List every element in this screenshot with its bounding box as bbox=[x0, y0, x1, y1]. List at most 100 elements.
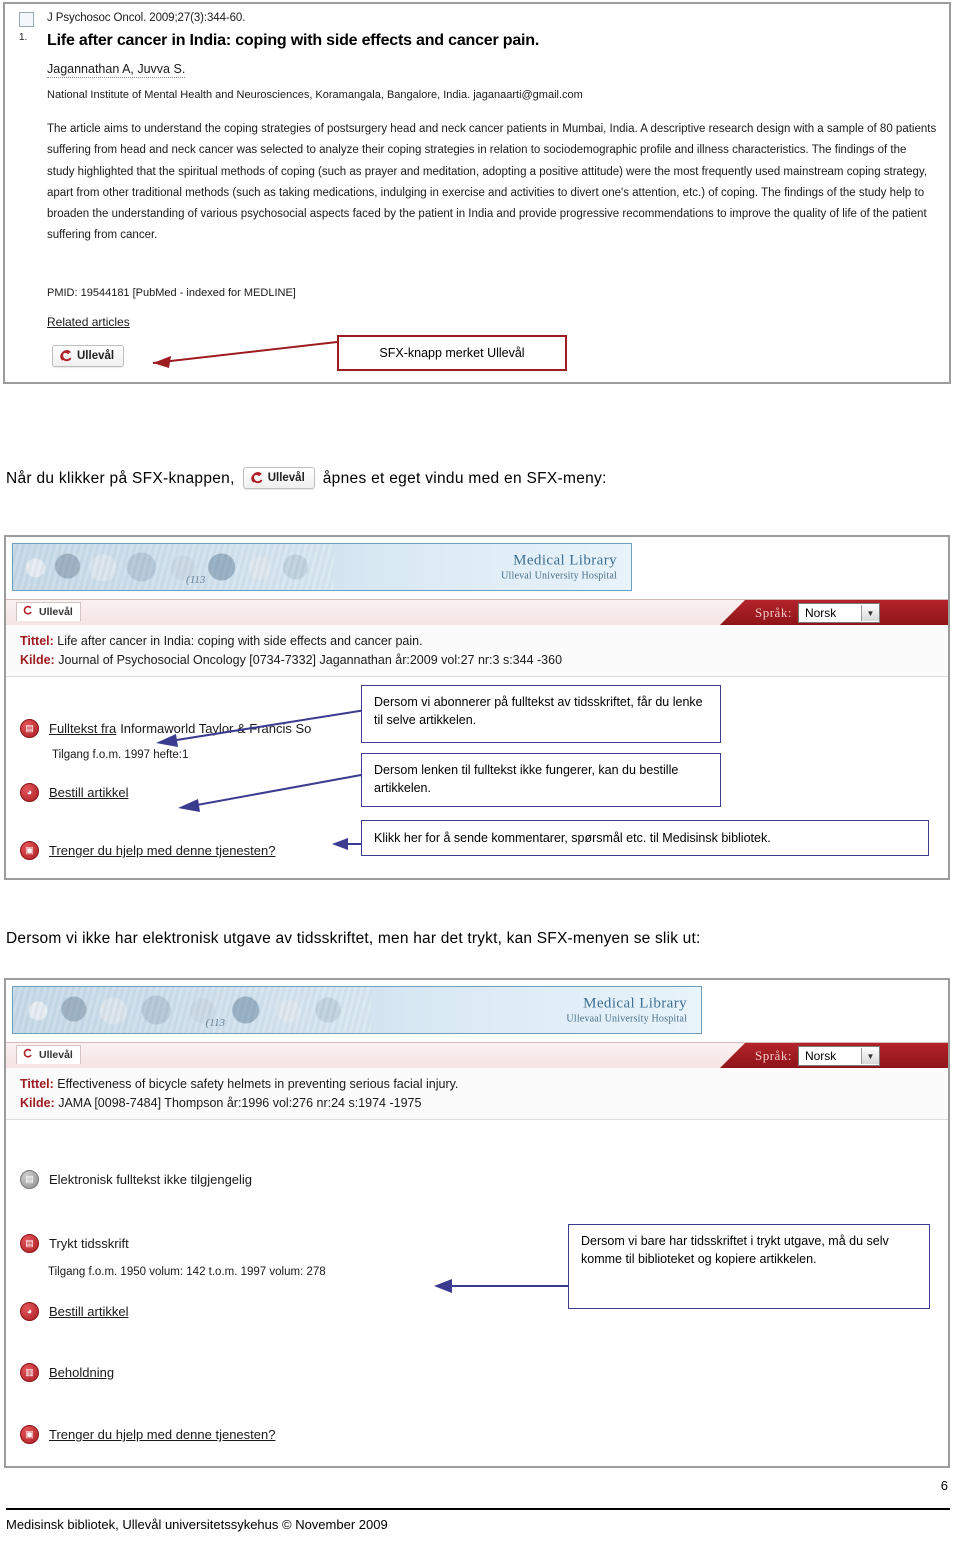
citation-source-value: Journal of Psychosocial Oncology [0734-7… bbox=[58, 653, 563, 668]
service-row-help[interactable]: ▣ Trenger du hjelp med denne tjenesten? bbox=[20, 1425, 275, 1444]
inline-sfx-ullevaal-button[interactable]: Ullevål bbox=[242, 467, 315, 489]
citation-meta-block-1: Tittel: Life after cancer in India: copi… bbox=[6, 625, 948, 677]
print-journal-text: Trykt tidsskrift bbox=[49, 1236, 129, 1251]
service-row-help[interactable]: ▣ Trenger du hjelp med denne tjenesten? bbox=[20, 841, 275, 860]
fulltext-link[interactable]: Fulltekst fra bbox=[49, 721, 116, 736]
banner-title-group: Medical Library Ullevaal University Hosp… bbox=[566, 996, 687, 1025]
red-journal-icon: ▤ bbox=[20, 1234, 39, 1253]
help-link[interactable]: Trenger du hjelp med denne tjenesten? bbox=[49, 1427, 275, 1442]
article-abstract: The article aims to understand the copin… bbox=[47, 123, 937, 242]
citation-source-line: Kilde: JAMA [0098-7484] Thompson år:1996… bbox=[20, 1094, 934, 1113]
no-fulltext-text: Elektronisk fulltekst ikke tilgjengelig bbox=[49, 1172, 253, 1187]
pmid-line: PMID: 19544181 [PubMed - indexed for MED… bbox=[47, 287, 296, 299]
service-row-order[interactable]: ◕ Bestill artikkel bbox=[20, 1302, 128, 1321]
medical-library-banner: (113 Medical Library Ulleval University … bbox=[12, 543, 632, 591]
red-help-icon: ▣ bbox=[20, 1425, 39, 1444]
service-row-no-fulltext: ▤ Elektronisk fulltekst ikke tilgjengeli… bbox=[20, 1170, 252, 1189]
callout-print-only: Dersom vi bare har tidsskriftet i trykt … bbox=[568, 1224, 930, 1309]
language-dropdown[interactable]: Norsk ▼ bbox=[797, 603, 880, 623]
blue-arrow-fulltext bbox=[156, 708, 373, 747]
sfx-navbar: Ullevål Språk: Norsk ▼ bbox=[6, 1042, 948, 1071]
red-order-icon: ◕ bbox=[20, 783, 39, 802]
banner-photo-strip bbox=[13, 987, 371, 1033]
article-title[interactable]: Life after cancer in India: coping with … bbox=[47, 32, 539, 50]
article-authors[interactable]: Jagannathan A, Juvva S. bbox=[47, 62, 186, 78]
ullevaal-tab[interactable]: Ullevål bbox=[16, 602, 81, 621]
sfx-swirl-icon bbox=[250, 471, 264, 485]
sfx-menu-window-2: (113 Medical Library Ullevaal University… bbox=[4, 978, 950, 1468]
language-selector-wedge: Språk: Norsk ▼ bbox=[719, 600, 948, 626]
sfx-swirl-icon bbox=[22, 605, 36, 619]
red-order-icon: ◕ bbox=[20, 1302, 39, 1321]
sfx-button-label: Ullevål bbox=[77, 350, 115, 362]
callout-fulltext-text: Dersom vi abonnerer på fulltekst av tids… bbox=[374, 695, 703, 728]
sfx-swirl-icon bbox=[59, 349, 73, 363]
citation-source-value: JAMA [0098-7484] Thompson år:1996 vol:27… bbox=[58, 1096, 422, 1111]
record-index: 1. bbox=[19, 32, 28, 43]
callout-fulltext: Dersom vi abonnerer på fulltekst av tids… bbox=[361, 685, 721, 743]
footer-text: Medisinsk bibliotek, Ullevål universitet… bbox=[6, 1517, 388, 1532]
order-article-link[interactable]: Bestill artikkel bbox=[49, 785, 128, 800]
service-row-print-journal: ▤ Trykt tidsskrift bbox=[20, 1234, 129, 1253]
help-link[interactable]: Trenger du hjelp med denne tjenesten? bbox=[49, 843, 275, 858]
inline-sfx-button-label: Ullevål bbox=[267, 472, 305, 484]
ullevaal-tab-label: Ullevål bbox=[39, 606, 73, 618]
chevron-down-icon[interactable]: ▼ bbox=[860, 1048, 879, 1064]
journal-citation: J Psychosoc Oncol. 2009;27(3):344-60. bbox=[47, 12, 246, 24]
language-label: Språk: bbox=[755, 605, 792, 620]
banner-subtitle: Ulleval University Hospital bbox=[501, 570, 617, 582]
ullevaal-tab[interactable]: Ullevål bbox=[16, 1045, 81, 1064]
order-article-link[interactable]: Bestill artikkel bbox=[49, 1304, 128, 1319]
medical-library-banner: (113 Medical Library Ullevaal University… bbox=[12, 986, 702, 1034]
related-articles-link[interactable]: Related articles bbox=[47, 315, 130, 329]
citation-title-line: Tittel: Life after cancer in India: copi… bbox=[20, 632, 934, 651]
citation-source-line: Kilde: Journal of Psychosocial Oncology … bbox=[20, 651, 934, 670]
page-number: 6 bbox=[940, 1478, 948, 1493]
banner-watermark: (113 bbox=[205, 1017, 225, 1029]
intro-text-after: åpnes et eget vindu med en SFX-meny: bbox=[322, 470, 607, 487]
citation-source-key: Kilde: bbox=[20, 653, 55, 668]
red-document-icon: ▤ bbox=[20, 719, 39, 738]
language-dropdown[interactable]: Norsk ▼ bbox=[797, 1046, 880, 1066]
citation-title-line: Tittel: Effectiveness of bicycle safety … bbox=[20, 1075, 934, 1094]
footer-divider bbox=[6, 1508, 950, 1510]
banner-photo-strip bbox=[13, 544, 335, 590]
language-value: Norsk bbox=[804, 606, 837, 620]
sfx-swirl-icon bbox=[22, 1048, 36, 1062]
print-coverage-note: Tilgang f.o.m. 1950 volum: 142 t.o.m. 19… bbox=[48, 1266, 326, 1278]
language-label: Språk: bbox=[755, 1048, 792, 1063]
pubmed-record-screenshot: 1. J Psychosoc Oncol. 2009;27(3):344-60.… bbox=[3, 2, 951, 384]
ullevaal-tab-label: Ullevål bbox=[39, 1049, 73, 1061]
service-row-order[interactable]: ◕ Bestill artikkel bbox=[20, 783, 128, 802]
callout-sfx-button: SFX-knapp merket Ullevål bbox=[337, 335, 567, 371]
author-affiliation: National Institute of Mental Health and … bbox=[47, 89, 583, 101]
banner-subtitle: Ullevaal University Hospital bbox=[566, 1013, 687, 1025]
record-select-checkbox[interactable] bbox=[19, 12, 34, 27]
red-help-icon: ▣ bbox=[20, 841, 39, 860]
callout-order-text: Dersom lenken til fulltekst ikke fungere… bbox=[374, 763, 679, 796]
banner-title: Medical Library bbox=[513, 552, 617, 569]
banner-title: Medical Library bbox=[583, 995, 687, 1012]
sfx-navbar: Ullevål Språk: Norsk ▼ bbox=[6, 599, 948, 628]
sfx-ullevaal-button[interactable]: Ullevål bbox=[52, 345, 125, 367]
banner-watermark: (113 bbox=[186, 574, 206, 586]
citation-title-key: Tittel: bbox=[20, 1077, 54, 1091]
blue-arrow-order bbox=[178, 772, 373, 812]
callout-help-text: Klikk her for å sende kommentarer, spørs… bbox=[374, 830, 771, 845]
pubmed-record-inner: 1. J Psychosoc Oncol. 2009;27(3):344-60.… bbox=[5, 4, 949, 382]
citation-title-key: Tittel: bbox=[20, 634, 54, 648]
holdings-link[interactable]: Beholdning bbox=[49, 1365, 114, 1380]
language-value: Norsk bbox=[804, 1049, 837, 1063]
intro-paragraph: Når du klikker på SFX-knappen, Ullevål å… bbox=[6, 464, 946, 494]
callout-order: Dersom lenken til fulltekst ikke fungere… bbox=[361, 753, 721, 807]
language-selector-wedge: Språk: Norsk ▼ bbox=[719, 1043, 948, 1069]
citation-meta-block-2: Tittel: Effectiveness of bicycle safety … bbox=[6, 1068, 948, 1120]
service-row-holdings[interactable]: ▥ Beholdning bbox=[20, 1363, 114, 1382]
citation-title-value: Life after cancer in India: coping with … bbox=[57, 634, 423, 648]
blue-arrow-print-journal bbox=[434, 1279, 582, 1293]
section-heading-print: Dersom vi ikke har elektronisk utgave av… bbox=[6, 930, 701, 947]
callout-sfx-button-text: SFX-knapp merket Ullevål bbox=[379, 346, 525, 360]
chevron-down-icon[interactable]: ▼ bbox=[860, 605, 879, 621]
callout-help: Klikk her for å sende kommentarer, spørs… bbox=[361, 820, 929, 856]
intro-text-before: Når du klikker på SFX-knappen, bbox=[6, 470, 235, 487]
